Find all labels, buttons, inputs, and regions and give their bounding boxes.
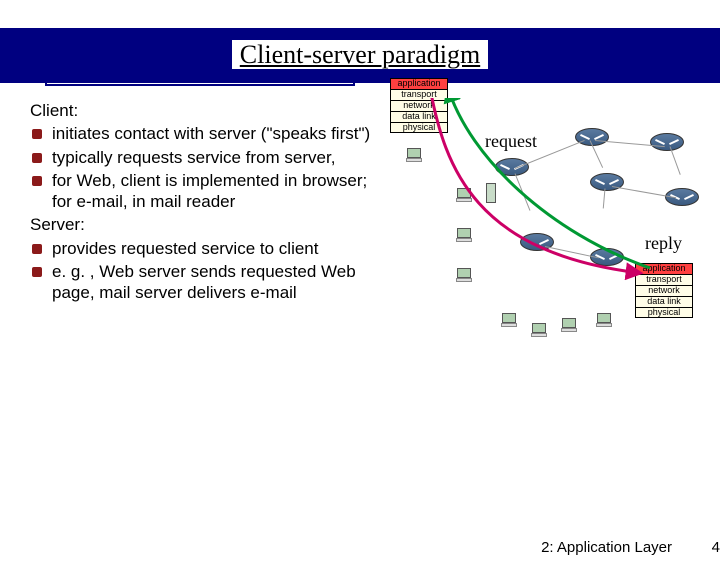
text-column: Client: initiates contact with server ("… bbox=[30, 98, 380, 305]
computer-icon bbox=[405, 148, 423, 164]
client-stack: application transport network data link … bbox=[390, 78, 448, 133]
stack-layer: data link bbox=[391, 112, 447, 123]
computer-icon bbox=[455, 188, 473, 204]
router-icon bbox=[495, 158, 529, 176]
router-icon bbox=[650, 133, 684, 151]
computer-icon bbox=[595, 313, 613, 329]
reply-label: reply bbox=[645, 233, 682, 254]
computer-icon bbox=[500, 313, 518, 329]
computer-icon bbox=[455, 228, 473, 244]
server-list: provides requested service to client e. … bbox=[30, 238, 380, 304]
request-label: request bbox=[485, 131, 537, 152]
list-item: typically requests service from server, bbox=[30, 147, 380, 168]
server-heading: Server: bbox=[30, 214, 380, 235]
list-item: provides requested service to client bbox=[30, 238, 380, 259]
client-list: initiates contact with server ("speaks f… bbox=[30, 123, 380, 212]
stack-layer: data link bbox=[636, 297, 692, 308]
stack-layer: physical bbox=[636, 308, 692, 318]
list-item: e. g. , Web server sends requested Web p… bbox=[30, 261, 380, 304]
server-icon bbox=[485, 183, 497, 199]
page-number: 4 bbox=[690, 539, 720, 556]
stack-layer: physical bbox=[391, 123, 447, 133]
slide-title: Client-server paradigm bbox=[232, 40, 488, 69]
client-heading: Client: bbox=[30, 100, 380, 121]
list-item: initiates contact with server ("speaks f… bbox=[30, 123, 380, 144]
server-stack: application transport network data link … bbox=[635, 263, 693, 318]
list-item: for Web, client is implemented in browse… bbox=[30, 170, 380, 213]
router-icon bbox=[520, 233, 554, 251]
computer-icon bbox=[455, 268, 473, 284]
footer-text: 2: Application Layer bbox=[541, 539, 672, 556]
computer-icon bbox=[530, 323, 548, 339]
computer-icon bbox=[560, 318, 578, 334]
diagram-area: application transport network data link … bbox=[390, 98, 710, 305]
